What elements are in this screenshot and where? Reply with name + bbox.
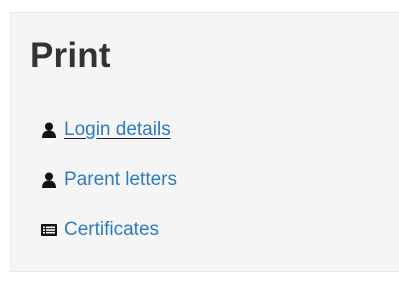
panel-title: Print: [30, 36, 111, 75]
certificates-link[interactable]: Certificates: [64, 218, 159, 242]
login-details-link[interactable]: Login details: [64, 118, 171, 142]
print-link-certificates[interactable]: Certificates: [40, 218, 159, 242]
print-link-login-details[interactable]: Login details: [40, 118, 171, 142]
print-link-parent-letters[interactable]: Parent letters: [40, 168, 177, 192]
user-icon: [40, 121, 58, 139]
parent-letters-link[interactable]: Parent letters: [64, 168, 177, 192]
certificate-list-icon: [40, 221, 58, 239]
user-icon: [40, 171, 58, 189]
